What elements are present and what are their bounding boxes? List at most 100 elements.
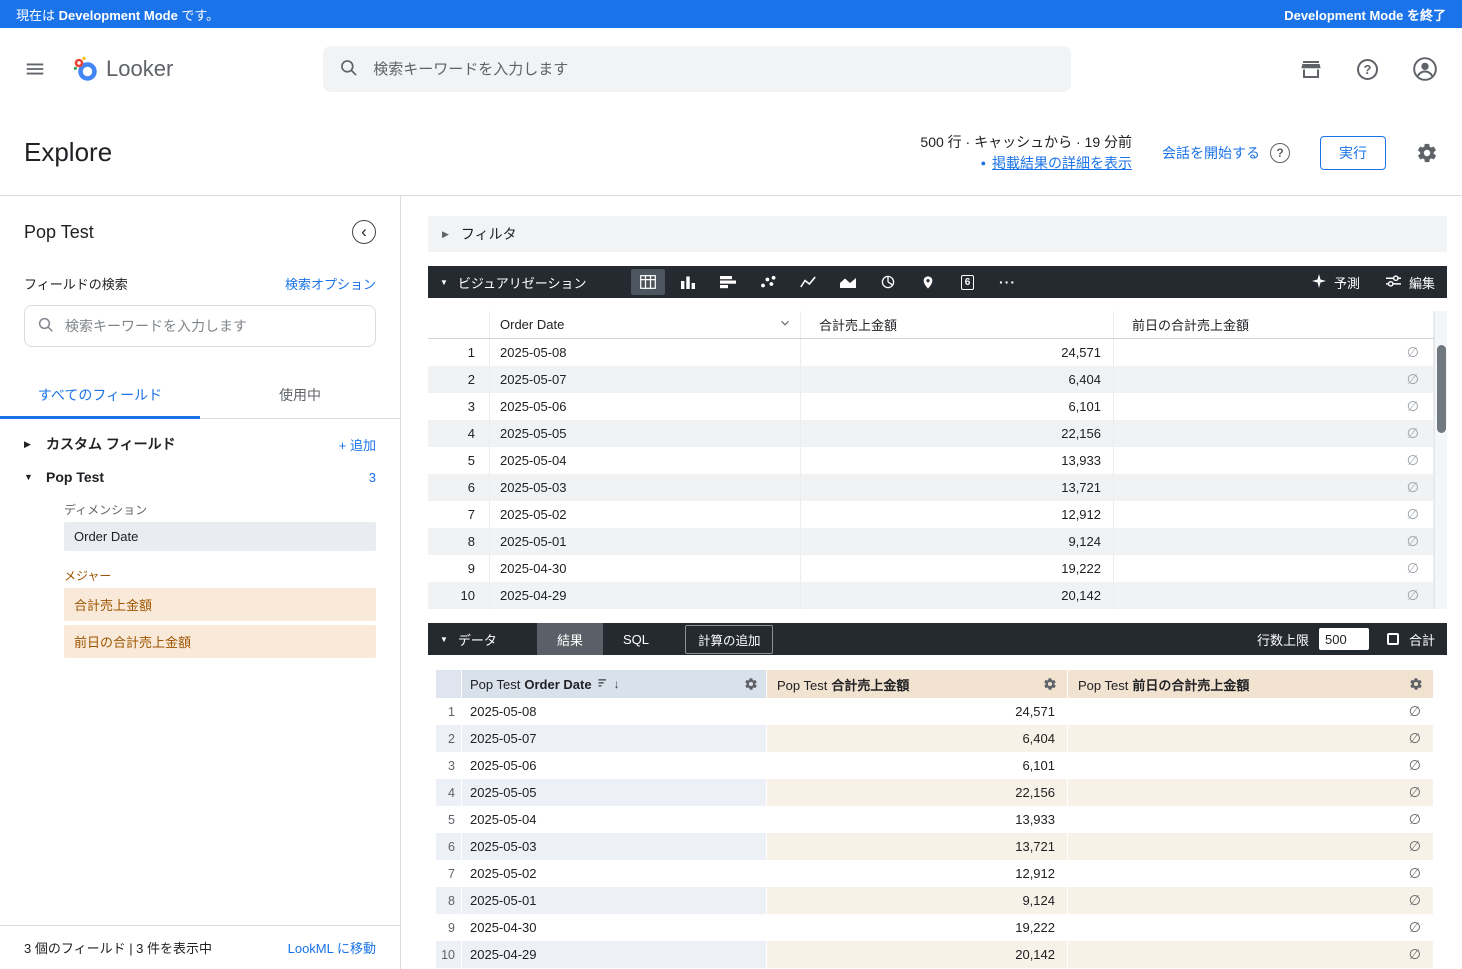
marketplace-icon[interactable] xyxy=(1299,57,1323,81)
prev-total-sales-cell[interactable]: ∅ xyxy=(1114,339,1434,366)
prev-total-sales-cell[interactable]: ∅ xyxy=(1114,528,1434,555)
prev-total-sales-cell[interactable]: ∅ xyxy=(1114,447,1434,474)
edit-viz-button[interactable]: 編集 xyxy=(1386,273,1435,292)
viz-col-prev-total-sales[interactable]: 前日の合計売上金額 xyxy=(1114,311,1434,338)
chevron-down-icon[interactable]: ▼ xyxy=(440,278,448,287)
result-details-link[interactable]: 掲載結果の詳細を表示 xyxy=(992,155,1132,171)
global-search-bar[interactable] xyxy=(323,46,1071,92)
order-date-cell[interactable]: 2025-05-03 xyxy=(490,474,801,501)
total-sales-cell[interactable]: 13,933 xyxy=(767,806,1068,833)
order-date-cell[interactable]: 2025-05-07 xyxy=(490,366,801,393)
data-label[interactable]: データ xyxy=(458,630,497,649)
prev-total-sales-cell[interactable]: ∅ xyxy=(1114,420,1434,447)
order-date-cell[interactable]: 2025-05-08 xyxy=(490,339,801,366)
prev-total-sales-cell[interactable]: ∅ xyxy=(1114,501,1434,528)
total-sales-cell[interactable]: 20,142 xyxy=(767,941,1068,968)
search-options-link[interactable]: 検索オプション xyxy=(285,274,376,293)
dimension-field[interactable]: Order Date xyxy=(64,522,376,551)
total-sales-cell[interactable]: 12,912 xyxy=(801,501,1114,528)
total-sales-cell[interactable]: 6,404 xyxy=(767,725,1068,752)
order-date-cell[interactable]: 2025-05-03 xyxy=(462,833,767,860)
prev-total-sales-cell[interactable]: ∅ xyxy=(1068,725,1434,752)
prev-total-sales-cell[interactable]: ∅ xyxy=(1068,887,1434,914)
chevron-down-icon[interactable]: ▼ xyxy=(440,635,448,644)
tab-in-use[interactable]: 使用中 xyxy=(200,373,400,418)
total-sales-cell[interactable]: 6,101 xyxy=(767,752,1068,779)
total-sales-cell[interactable]: 9,124 xyxy=(801,528,1114,555)
help-icon[interactable]: ? xyxy=(1357,59,1378,80)
total-sales-cell[interactable]: 9,124 xyxy=(767,887,1068,914)
viz-col-order-date[interactable]: Order Date xyxy=(490,311,801,338)
go-to-lookml-link[interactable]: LookML に移動 xyxy=(288,938,376,957)
total-sales-cell[interactable]: 12,912 xyxy=(767,860,1068,887)
exit-dev-mode-button[interactable]: Development Mode を終了 xyxy=(1284,5,1446,24)
prev-total-sales-cell[interactable]: ∅ xyxy=(1114,393,1434,420)
area-chart-icon[interactable] xyxy=(831,269,865,295)
data-col-total-sales[interactable]: Pop Test合計売上金額 xyxy=(767,670,1068,698)
pie-chart-icon[interactable] xyxy=(871,269,905,295)
data-col-prev-total-sales[interactable]: Pop Test前日の合計売上金額 xyxy=(1068,670,1434,698)
gear-icon[interactable] xyxy=(1043,677,1057,691)
order-date-cell[interactable]: 2025-05-01 xyxy=(462,887,767,914)
gear-icon[interactable] xyxy=(1409,677,1423,691)
pop-test-group-row[interactable]: ▼ Pop Test 3 xyxy=(0,454,400,485)
total-sales-cell[interactable]: 13,721 xyxy=(801,474,1114,501)
single-value-icon[interactable]: 6 xyxy=(951,269,985,295)
add-calculation-button[interactable]: 計算の追加 xyxy=(685,625,774,654)
hamburger-menu-icon[interactable] xyxy=(24,58,46,80)
chat-help-icon[interactable]: ? xyxy=(1270,143,1290,163)
order-date-cell[interactable]: 2025-05-02 xyxy=(490,501,801,528)
total-sales-cell[interactable]: 13,721 xyxy=(767,833,1068,860)
viz-scrollbar[interactable] xyxy=(1434,311,1447,609)
prev-total-sales-cell[interactable]: ∅ xyxy=(1114,582,1434,609)
row-limit-input[interactable] xyxy=(1319,628,1369,650)
more-viz-types-icon[interactable]: ··· xyxy=(991,269,1025,295)
tab-results[interactable]: 結果 xyxy=(537,623,603,655)
visualization-label[interactable]: ビジュアリゼーション xyxy=(458,273,587,292)
order-date-cell[interactable]: 2025-05-05 xyxy=(490,420,801,447)
order-date-cell[interactable]: 2025-05-08 xyxy=(462,698,767,725)
total-sales-cell[interactable]: 24,571 xyxy=(801,339,1114,366)
measure-field[interactable]: 合計売上金額 xyxy=(64,588,376,621)
prev-total-sales-cell[interactable]: ∅ xyxy=(1068,806,1434,833)
order-date-cell[interactable]: 2025-05-07 xyxy=(462,725,767,752)
looker-logo[interactable]: Looker xyxy=(72,55,173,84)
start-chat-link[interactable]: 会話を開始する xyxy=(1162,143,1260,163)
prev-total-sales-cell[interactable]: ∅ xyxy=(1068,833,1434,860)
map-icon[interactable] xyxy=(911,269,945,295)
collapse-sidebar-icon[interactable]: ‹ xyxy=(352,220,376,244)
prev-total-sales-cell[interactable]: ∅ xyxy=(1068,860,1434,887)
total-sales-cell[interactable]: 20,142 xyxy=(801,582,1114,609)
scatter-plot-icon[interactable] xyxy=(751,269,785,295)
total-sales-cell[interactable]: 24,571 xyxy=(767,698,1068,725)
order-date-cell[interactable]: 2025-04-30 xyxy=(490,555,801,582)
order-date-cell[interactable]: 2025-05-06 xyxy=(462,752,767,779)
total-sales-cell[interactable]: 22,156 xyxy=(767,779,1068,806)
gear-icon[interactable] xyxy=(744,677,758,691)
order-date-cell[interactable]: 2025-04-29 xyxy=(462,941,767,968)
order-date-cell[interactable]: 2025-05-04 xyxy=(462,806,767,833)
prev-total-sales-cell[interactable]: ∅ xyxy=(1068,914,1434,941)
line-chart-icon[interactable] xyxy=(791,269,825,295)
order-date-cell[interactable]: 2025-05-04 xyxy=(490,447,801,474)
order-date-cell[interactable]: 2025-05-01 xyxy=(490,528,801,555)
total-sales-cell[interactable]: 19,222 xyxy=(767,914,1068,941)
order-date-cell[interactable]: 2025-05-05 xyxy=(462,779,767,806)
measure-field[interactable]: 前日の合計売上金額 xyxy=(64,625,376,658)
prev-total-sales-cell[interactable]: ∅ xyxy=(1068,941,1434,968)
forecast-button[interactable]: 予測 xyxy=(1312,273,1360,292)
order-date-cell[interactable]: 2025-04-29 xyxy=(490,582,801,609)
custom-fields-row[interactable]: ▶ カスタム フィールド + 追加 xyxy=(0,419,400,454)
viz-col-total-sales[interactable]: 合計売上金額 xyxy=(801,311,1114,338)
bar-chart-icon[interactable] xyxy=(711,269,745,295)
tab-sql[interactable]: SQL xyxy=(603,623,669,655)
total-sales-cell[interactable]: 6,404 xyxy=(801,366,1114,393)
prev-total-sales-cell[interactable]: ∅ xyxy=(1068,698,1434,725)
add-custom-field-button[interactable]: + 追加 xyxy=(339,435,376,454)
order-date-cell[interactable]: 2025-05-02 xyxy=(462,860,767,887)
prev-total-sales-cell[interactable]: ∅ xyxy=(1114,555,1434,582)
filters-section-header[interactable]: ▶ フィルタ xyxy=(428,216,1447,252)
prev-total-sales-cell[interactable]: ∅ xyxy=(1068,779,1434,806)
field-search-input[interactable] xyxy=(65,318,363,334)
prev-total-sales-cell[interactable]: ∅ xyxy=(1114,474,1434,501)
